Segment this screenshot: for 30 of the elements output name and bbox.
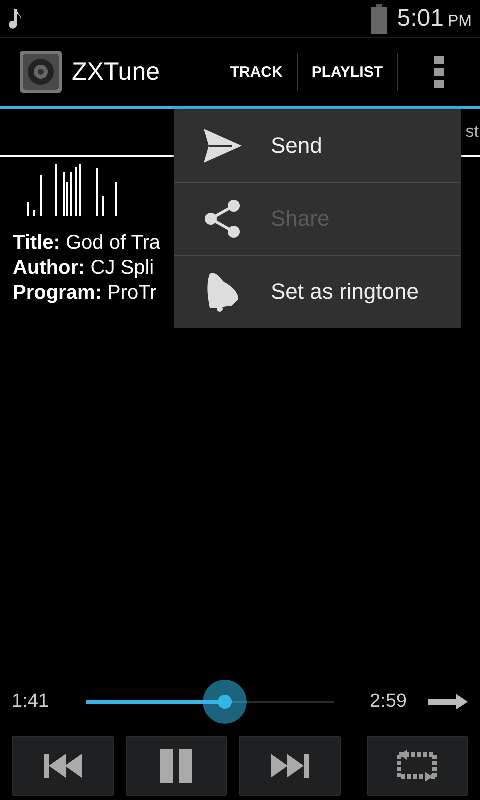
- menu-item[interactable]: Set as ringtone: [174, 255, 461, 328]
- repeat-icon: [397, 749, 438, 783]
- tab-label[interactable]: st: [466, 122, 479, 142]
- previous-icon: [44, 754, 82, 778]
- battery-icon: [371, 4, 388, 34]
- track-info-line: Program: ProTr: [13, 281, 157, 305]
- app-title: ZXTune: [72, 58, 160, 86]
- action-tab[interactable]: TRACK: [216, 53, 297, 91]
- clock-time: 5:01: [371, 4, 444, 34]
- track-info-line: Author: CJ Spli: [13, 256, 154, 280]
- previous-button[interactable]: [12, 736, 114, 796]
- pause-icon: [160, 749, 192, 783]
- menu-item[interactable]: Send: [174, 109, 461, 182]
- bell-icon: [206, 272, 240, 312]
- seek-thumb[interactable]: [202, 680, 247, 724]
- next-button[interactable]: [239, 736, 340, 796]
- arrow-right-icon: [428, 694, 468, 710]
- app-logo-icon: [20, 51, 62, 93]
- next-icon: [270, 754, 309, 778]
- track-info-line: Title: God of Tra: [13, 231, 160, 255]
- total-time: 2:59: [370, 691, 408, 713]
- more-icon: [434, 56, 444, 88]
- music-note-icon: [8, 8, 22, 28]
- elapsed-time: 1:41: [12, 691, 50, 713]
- share-icon: [204, 200, 242, 238]
- repeat-button[interactable]: [366, 736, 468, 796]
- am-pm-label: PM: [448, 12, 472, 30]
- action-tab[interactable]: PLAYLIST: [296, 53, 397, 91]
- pause-button[interactable]: [126, 736, 227, 796]
- send-icon: [204, 128, 242, 162]
